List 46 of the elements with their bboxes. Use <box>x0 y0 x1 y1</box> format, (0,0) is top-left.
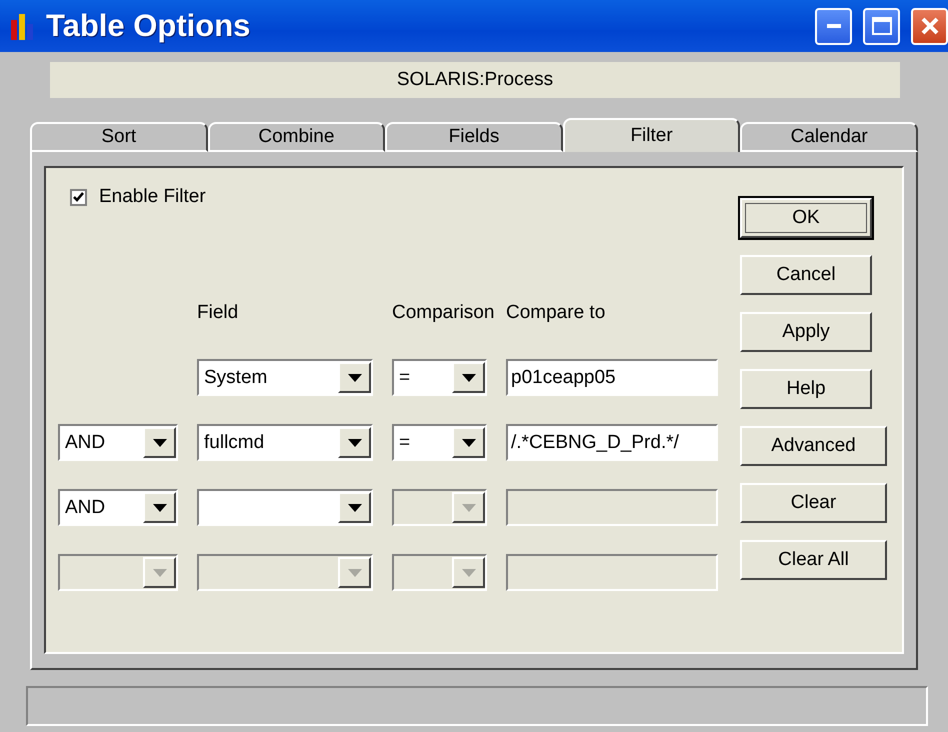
dialog-button[interactable]: Apply <box>740 312 872 352</box>
filter-button[interactable]: Advanced <box>740 426 887 466</box>
checkmark-icon <box>73 192 84 202</box>
compare-to-field[interactable]: p01ceapp05 <box>506 359 718 396</box>
tab[interactable]: Fields <box>385 122 563 152</box>
dropdown-arrow-icon <box>348 504 362 512</box>
connector-dropdown[interactable]: AND <box>58 424 178 461</box>
close-button[interactable] <box>911 8 948 44</box>
dropdown-arrow-icon <box>152 438 166 446</box>
close-icon <box>920 17 938 35</box>
window-title: Table Options <box>46 8 252 44</box>
tab[interactable]: Sort <box>30 122 208 152</box>
dropdown-arrow-icon <box>462 374 476 382</box>
dropdown-arrow-icon <box>348 374 362 382</box>
field-dropdown[interactable]: fullcmd <box>197 424 373 461</box>
dialog-button[interactable]: Cancel <box>740 255 872 295</box>
dropdown-arrow-icon <box>152 504 166 512</box>
tab[interactable]: Filter <box>562 118 740 152</box>
minimize-button[interactable] <box>815 8 852 44</box>
dropdown-arrow-icon <box>152 568 166 576</box>
connector-dropdown[interactable]: AND <box>58 489 178 526</box>
dropdown-arrow-icon <box>462 568 476 576</box>
dialog-button[interactable]: Help <box>740 369 872 409</box>
maximize-button[interactable] <box>863 8 900 44</box>
maximize-icon <box>872 17 892 35</box>
comparison-dropdown[interactable]: = <box>392 359 487 396</box>
comparison-dropdown[interactable]: = <box>392 424 487 461</box>
dropdown-arrow-icon <box>348 568 362 576</box>
tab[interactable]: Combine <box>208 122 386 152</box>
dropdown-arrow-icon <box>462 504 476 512</box>
minimize-icon <box>826 24 840 28</box>
column-header: Field <box>197 302 238 324</box>
tab[interactable]: Calendar <box>740 122 918 152</box>
dropdown-arrow-icon <box>462 438 476 446</box>
dropdown-arrow-icon <box>348 438 362 446</box>
filter-button[interactable]: Clear <box>740 483 887 523</box>
column-header: Compare to <box>506 302 606 324</box>
field-dropdown[interactable]: System <box>197 359 373 396</box>
column-header: Comparison <box>392 302 494 324</box>
field-dropdown[interactable] <box>197 489 373 526</box>
dialog-button[interactable]: OK <box>740 198 872 238</box>
checkbox[interactable] <box>70 188 87 206</box>
checkbox-label: Enable Filter <box>99 186 206 208</box>
compare-to-field[interactable]: /.*CEBNG_D_Prd.*/ <box>506 424 718 461</box>
subtitle-bar: SOLARIS:Process <box>50 62 900 98</box>
filter-button[interactable]: Clear All <box>740 540 887 580</box>
